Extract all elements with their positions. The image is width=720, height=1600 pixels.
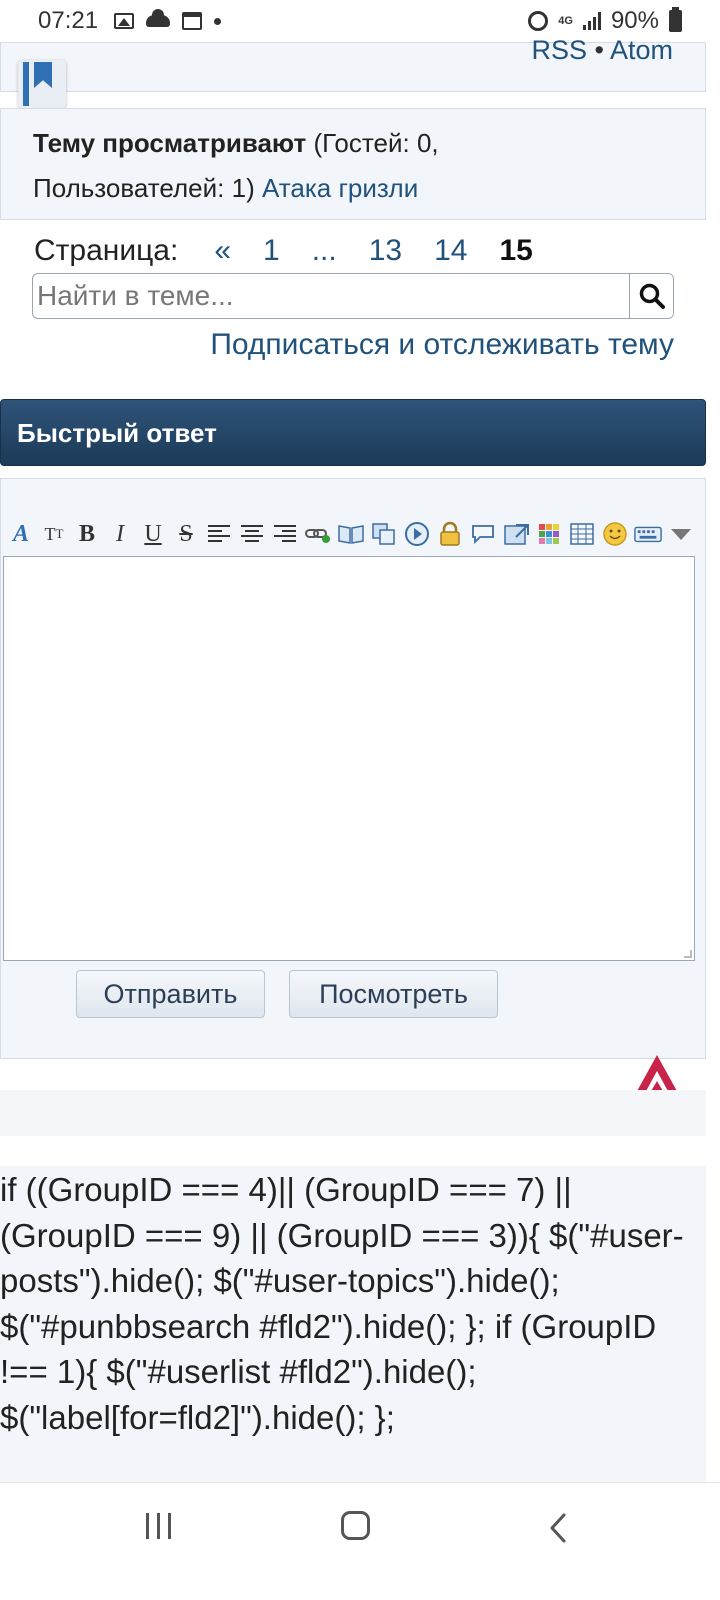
feeds-links: RSS • Atom [531, 37, 673, 64]
feeds-panel: RSS • Atom [0, 37, 706, 92]
image-icon[interactable] [502, 520, 530, 548]
table-icon[interactable] [568, 520, 596, 548]
bookmark-icon[interactable] [18, 60, 66, 108]
pagination-current-page: 15 [499, 234, 533, 267]
strikethrough-icon[interactable]: S [172, 520, 200, 548]
pagination-ellipsis[interactable]: ... [312, 234, 337, 268]
bold-icon[interactable]: B [73, 520, 101, 548]
alarm-icon [528, 11, 549, 31]
gallery-icon [114, 13, 135, 29]
rss-link[interactable]: RSS [531, 35, 587, 65]
atom-link[interactable]: Atom [610, 35, 673, 65]
network-type-label: 4G [558, 15, 573, 27]
battery-percent: 90% [610, 7, 659, 34]
recent-apps-button[interactable] [146, 1513, 171, 1539]
font-icon[interactable]: A [7, 520, 35, 548]
back-icon [550, 1513, 566, 1543]
system-nav-bar [0, 1482, 720, 1600]
feeds-separator: • [594, 35, 604, 65]
link-icon[interactable] [304, 520, 332, 548]
font-size-icon[interactable]: TT [40, 520, 68, 548]
signal-icon [582, 12, 601, 30]
viewers-title: Тему просматривают [33, 128, 307, 158]
align-left-icon[interactable] [205, 520, 233, 548]
italic-icon[interactable]: I [106, 520, 134, 548]
home-button[interactable] [341, 1511, 370, 1540]
topic-search [32, 273, 674, 319]
pagination-prev[interactable]: « [214, 234, 231, 268]
subscribe-link[interactable]: Подписаться и отслеживать тему [210, 328, 674, 362]
keyboard-icon[interactable] [634, 520, 662, 548]
topic-viewers-panel: Тему просматривают (Гостей: 0, Пользоват… [0, 108, 706, 220]
preview-button[interactable]: Посмотреть [289, 970, 498, 1018]
pagination-page-13[interactable]: 13 [369, 234, 402, 268]
pagination-page-1[interactable]: 1 [263, 234, 280, 268]
more-icon[interactable] [667, 520, 695, 548]
viewers-users-count: Пользователей: 1) [33, 173, 255, 203]
resize-handle[interactable] [684, 950, 692, 958]
cloud-icon [146, 9, 171, 27]
pagination-label: Страница: [34, 234, 179, 267]
notification-dot-icon [214, 17, 222, 25]
reply-editor[interactable] [3, 556, 695, 961]
pagination-page-14[interactable]: 14 [434, 234, 467, 268]
pagination: Страница: « 1 ... 13 14 15 [34, 234, 533, 268]
raw-script-text: if ((GroupID === 4)|| (GroupID === 7) ||… [0, 1166, 706, 1482]
viewer-user-link[interactable]: Атака гризли [262, 173, 418, 203]
back-button[interactable] [548, 1513, 568, 1548]
topic-search-input[interactable] [33, 274, 629, 318]
footer-strip [0, 1090, 706, 1136]
battery-icon [669, 7, 682, 32]
copy-icon[interactable] [370, 520, 398, 548]
viewers-counts: (Гостей: 0, [313, 128, 439, 158]
align-right-icon[interactable] [271, 520, 299, 548]
search-icon [639, 283, 665, 309]
status-time: 07:21 [38, 7, 99, 34]
search-button[interactable] [629, 274, 673, 318]
color-icon[interactable] [535, 520, 563, 548]
calendar-icon [182, 12, 203, 30]
book-icon[interactable] [337, 520, 365, 548]
media-icon[interactable] [403, 520, 431, 548]
send-button[interactable]: Отправить [76, 970, 265, 1018]
speech-bubble-icon[interactable] [469, 520, 497, 548]
lock-icon[interactable] [436, 520, 464, 548]
align-center-icon[interactable] [238, 520, 266, 548]
smiley-icon[interactable] [601, 520, 629, 548]
underline-icon[interactable]: U [139, 520, 167, 548]
quick-reply-panel: A TT B I U S Отправить Посмотреть [0, 478, 706, 1059]
reply-textarea[interactable] [4, 557, 694, 960]
quick-reply-header: Быстрый ответ [0, 399, 706, 466]
editor-toolbar: A TT B I U S [7, 519, 695, 549]
